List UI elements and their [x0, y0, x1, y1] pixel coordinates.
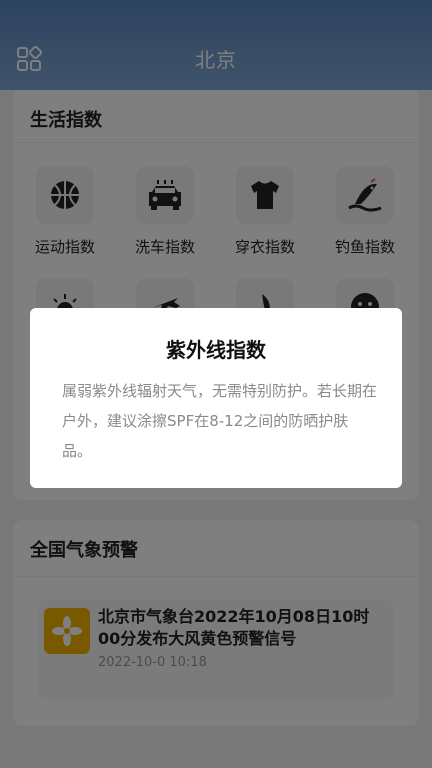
uv-index-dialog: 紫外线指数 属弱紫外线辐射天气，无需特别防护。若长期在户外，建议涂擦SPF在8-… — [30, 308, 402, 488]
dialog-title: 紫外线指数 — [166, 338, 266, 362]
dialog-body: 属弱紫外线辐射天气，无需特别防护。若长期在户外，建议涂擦SPF在8-12之间的防… — [62, 382, 378, 460]
